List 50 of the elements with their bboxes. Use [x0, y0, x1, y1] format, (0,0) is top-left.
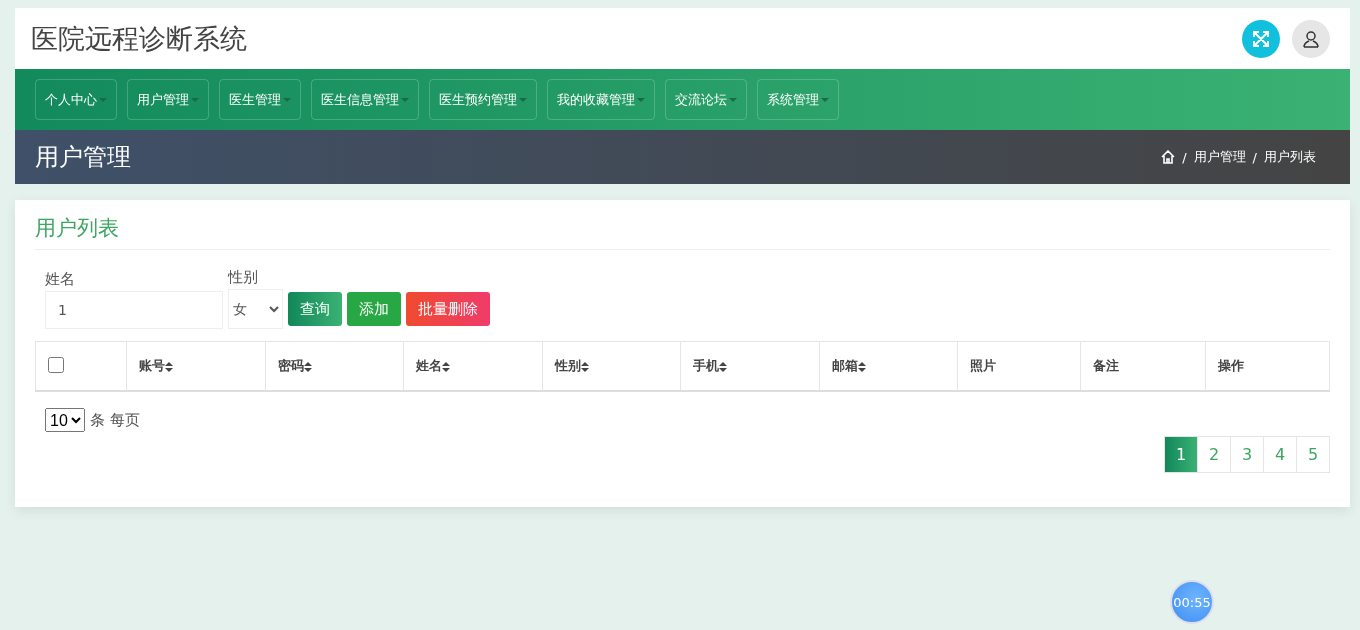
sort-icon: [303, 361, 312, 372]
page-size-label: 条 每页: [90, 410, 140, 430]
nav-menu-item[interactable]: 医生管理: [219, 79, 301, 120]
name-input-field[interactable]: 1: [45, 291, 223, 329]
nav-menu-item[interactable]: 系统管理: [757, 79, 839, 120]
column-header: 操作: [1217, 358, 1244, 373]
sort-icon: [165, 361, 174, 372]
page-button[interactable]: 2: [1197, 436, 1231, 473]
breadcrumb-item: 用户列表: [1264, 148, 1316, 166]
delete-button[interactable]: 批量删除: [406, 292, 490, 326]
sort-icon: [719, 361, 728, 372]
select-all-checkbox[interactable]: [48, 356, 64, 373]
sort-icon: [580, 361, 589, 372]
home-icon[interactable]: [1161, 150, 1176, 164]
nav-menu-item[interactable]: 用户管理: [127, 79, 209, 120]
column-header[interactable]: 姓名: [416, 358, 451, 373]
nav-menu-item[interactable]: 医生信息管理: [311, 79, 419, 120]
search-button[interactable]: 查询: [288, 292, 342, 326]
page-title: 用户管理: [35, 142, 131, 173]
column-header[interactable]: 手机: [693, 358, 728, 373]
page-button[interactable]: 1: [1164, 436, 1198, 473]
nav-menu-item[interactable]: 医生预约管理: [429, 79, 537, 120]
nav-menu-item[interactable]: 交流论坛: [665, 79, 747, 120]
page-button[interactable]: 4: [1263, 436, 1297, 473]
user-avatar-button[interactable]: [1292, 19, 1330, 58]
user-icon: [1302, 29, 1320, 48]
nav-menu-item[interactable]: 我的收藏管理: [547, 79, 655, 120]
field-label: 姓名: [45, 270, 76, 289]
column-header[interactable]: 密码: [277, 358, 312, 373]
page-button[interactable]: 5: [1296, 436, 1330, 473]
breadcrumb-separator: /: [1182, 149, 1187, 165]
field-label: 性别: [228, 268, 259, 287]
column-header: 备注: [1093, 358, 1120, 373]
column-header[interactable]: 邮箱: [831, 358, 866, 373]
sort-icon: [857, 361, 866, 372]
page-size-select[interactable]: 10: [45, 408, 85, 432]
expand-arrows-icon: [1252, 29, 1270, 48]
column-header: 照片: [970, 358, 997, 373]
timer-badge: 00:55: [1170, 580, 1214, 624]
breadcrumb-separator: /: [1252, 149, 1257, 165]
app-title: 医院远程诊断系统: [31, 21, 247, 56]
breadcrumb-item[interactable]: 用户管理: [1193, 148, 1246, 166]
nav-menu-item[interactable]: 个人中心: [35, 79, 117, 120]
card-title: 用户列表: [35, 214, 1330, 250]
page-button[interactable]: 3: [1230, 436, 1264, 473]
add-button[interactable]: 添加: [347, 292, 401, 326]
column-header[interactable]: 性别: [554, 358, 589, 373]
sort-icon: [442, 361, 451, 372]
column-header[interactable]: 账号: [139, 358, 174, 373]
gender-select[interactable]: 女: [228, 289, 283, 329]
